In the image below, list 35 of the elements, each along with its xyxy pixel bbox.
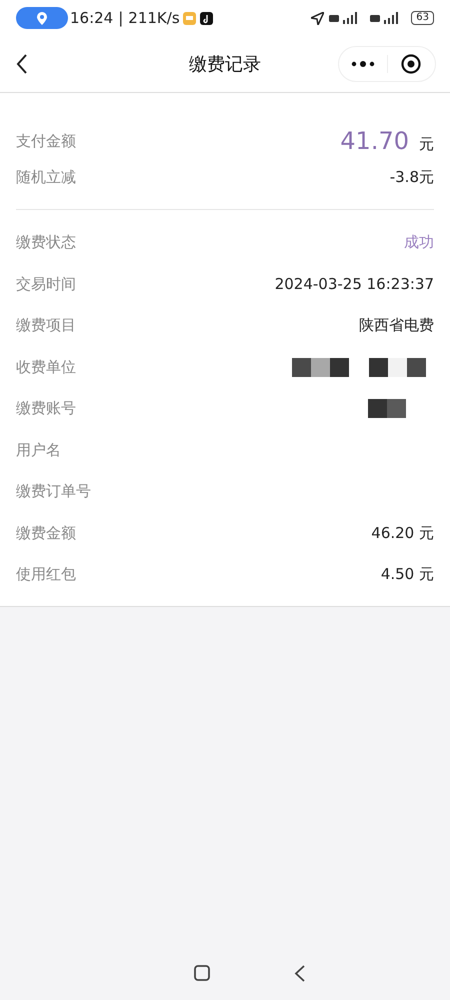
close-icon[interactable] (401, 54, 422, 74)
page-title: 缴费记录 (189, 53, 261, 76)
network-speed: 211K/s (128, 9, 180, 27)
field-value: 陕西省电费 (359, 316, 434, 336)
field-value: 成功 (404, 233, 434, 252)
app-icon (200, 12, 213, 24)
field-label: 随机立减 (16, 168, 76, 186)
field-value: 4.50 元 (380, 565, 434, 584)
field-label: 使用红包 (16, 565, 76, 584)
currency-unit: 元 (419, 135, 434, 154)
payment-amount: 41.70 (340, 127, 409, 155)
battery-level: 63 (411, 11, 434, 25)
field-label: 收费单位 (16, 358, 76, 377)
field-label: 缴费账号 (16, 399, 76, 418)
field-value: 2024-03-25 16:23:37 (274, 275, 434, 294)
field-value: 46.20 元 (371, 524, 434, 543)
redacted-mosaic (368, 399, 406, 418)
field-label: 用户名 (16, 440, 61, 460)
field-label: 缴费订单号 (16, 482, 91, 502)
field-label: 缴费状态 (16, 233, 76, 252)
back-icon[interactable] (16, 54, 28, 74)
field-label: 缴费项目 (16, 316, 76, 336)
separator: | (118, 9, 124, 27)
notification-icon (182, 12, 196, 24)
home-square-icon[interactable] (194, 965, 210, 981)
field-value: -3.8元 (390, 168, 434, 186)
more-icon[interactable] (350, 60, 375, 68)
back-icon[interactable] (294, 964, 306, 982)
field-label: 缴费金额 (16, 524, 76, 543)
field-label: 支付金额 (16, 132, 76, 150)
field-label: 交易时间 (16, 274, 76, 294)
location-pin-icon (37, 12, 47, 24)
status-time: 16:24 (70, 9, 114, 27)
location-arrow-icon (311, 12, 324, 24)
location-pill[interactable] (16, 7, 68, 29)
